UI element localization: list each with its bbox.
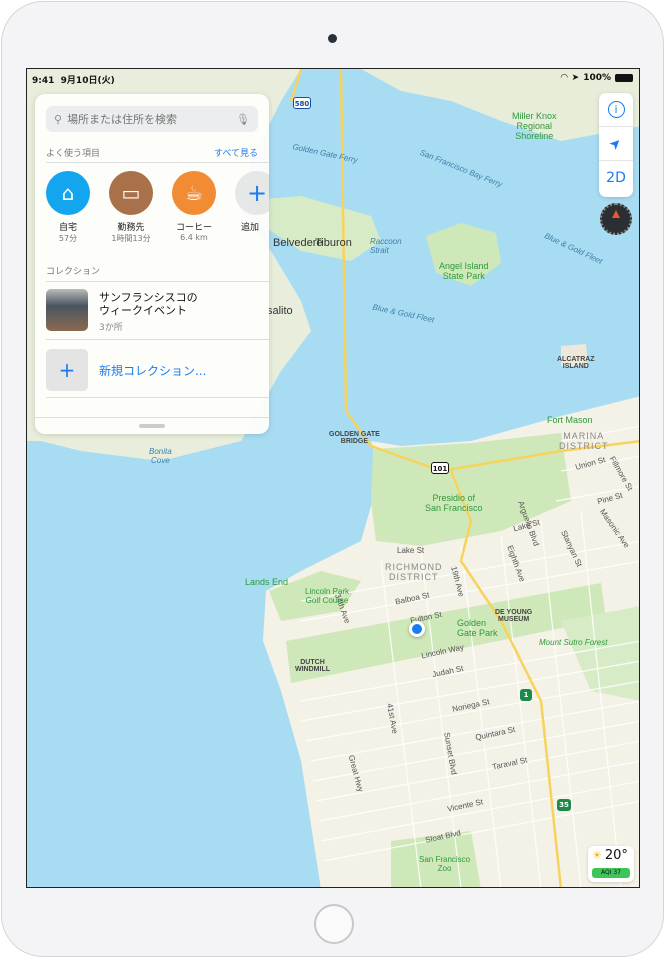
map-label-miller-knox: Miller Knox Regional Shoreline bbox=[512, 111, 557, 141]
collection-count: 3か所 bbox=[99, 323, 123, 333]
map-label-golden-gate-park: Golden Gate Park bbox=[457, 618, 498, 638]
favorite-name: 勤務先 bbox=[117, 223, 145, 233]
track-location-button[interactable]: ➤ bbox=[599, 127, 633, 161]
wifi-icon: ◠ bbox=[560, 73, 568, 83]
favorite-name: 自宅 bbox=[58, 223, 77, 233]
collection-item[interactable]: サンフランシスコの ウィークイベント 3か所 bbox=[46, 284, 269, 339]
battery-icon bbox=[615, 74, 633, 82]
map-label-presidio: Presidio of San Francisco bbox=[425, 493, 483, 513]
collection-title-line1: サンフランシスコの bbox=[99, 291, 198, 304]
home-icon: ⌂ bbox=[46, 171, 90, 215]
map-label-belvedere: Belvedere bbox=[273, 237, 323, 249]
favorite-coffee[interactable]: ☕ コーヒー 6.4 km bbox=[164, 171, 224, 242]
map-label-sausalito: salito bbox=[267, 305, 293, 317]
plus-icon: + bbox=[46, 349, 88, 391]
collections-title: コレクション bbox=[46, 267, 101, 277]
status-bar: 9:41 9月10日(火) ◠ ➤ 100% bbox=[27, 69, 639, 87]
collection-thumbnail bbox=[46, 289, 88, 331]
favorite-detail: 1時間13分 bbox=[111, 234, 151, 243]
view-mode-button[interactable]: 2D bbox=[599, 161, 633, 195]
map-label-marina: MARINA DISTRICT bbox=[559, 431, 609, 451]
sun-icon: ☀ bbox=[592, 849, 602, 862]
current-location-dot bbox=[409, 621, 425, 637]
highway-1-shield: 1 bbox=[520, 689, 532, 701]
temperature: 20° bbox=[604, 848, 628, 863]
favorite-add[interactable]: + 追加 bbox=[227, 171, 269, 233]
favorite-home[interactable]: ⌂ 自宅 57分 bbox=[38, 171, 98, 244]
coffee-cup-icon: ☕ bbox=[172, 171, 216, 215]
collection-title: サンフランシスコの ウィークイベント bbox=[99, 291, 198, 317]
map-label-sf-zoo: San Francisco Zoo bbox=[419, 855, 471, 873]
briefcase-icon: ▭ bbox=[109, 171, 153, 215]
time: 9:41 bbox=[32, 76, 55, 86]
highway-580-shield: 580 bbox=[293, 97, 311, 109]
map-label-richmond: RICHMOND DISTRICT bbox=[385, 562, 443, 582]
divider bbox=[46, 281, 269, 282]
map-label-golden-gate-bridge: GOLDEN GATE BRIDGE bbox=[329, 431, 380, 445]
map-label-angel-island: Angel Island State Park bbox=[439, 261, 489, 281]
screen: Tiburon Belvedere salito Raccoon Strait … bbox=[26, 68, 640, 888]
weather-widget[interactable]: ☀ 20° AQI 37 bbox=[588, 846, 634, 882]
map-controls: i ➤ 2D bbox=[599, 93, 633, 197]
aqi-badge: AQI 37 bbox=[592, 868, 630, 878]
map-label-alcatraz: ALCATRAZ ISLAND bbox=[557, 356, 595, 370]
map-label-de-young: DE YOUNG MUSEUM bbox=[495, 609, 533, 623]
favorites-title: よく使う項目 bbox=[46, 149, 101, 159]
compass-icon[interactable] bbox=[600, 203, 632, 235]
favorite-detail: 57分 bbox=[58, 234, 78, 243]
compass-north-indicator bbox=[612, 210, 620, 218]
search-icon: ⚲ bbox=[54, 112, 63, 126]
see-all-link[interactable]: すべて見る bbox=[214, 146, 258, 159]
map-label-dutch-windmill: DUTCH WINDMILL bbox=[295, 659, 330, 673]
favorite-work[interactable]: ▭ 勤務先 1時間13分 bbox=[101, 171, 161, 244]
map-label-bonita-cove: Bonita Cove bbox=[149, 447, 172, 465]
divider bbox=[46, 339, 269, 340]
new-collection-label: 新規コレクション... bbox=[99, 364, 207, 378]
date: 9月10日(火) bbox=[60, 76, 115, 86]
info-button[interactable]: i bbox=[599, 93, 633, 127]
favorite-detail: 6.4 km bbox=[180, 233, 208, 242]
plus-icon: + bbox=[235, 171, 269, 215]
location-icon: ➤ bbox=[571, 73, 580, 83]
map-label-raccoon-strait: Raccoon Strait bbox=[370, 237, 402, 255]
map-label-fort-mason: Fort Mason bbox=[547, 415, 593, 425]
search-input[interactable] bbox=[67, 112, 232, 126]
favorite-name: コーヒー bbox=[175, 223, 212, 233]
info-icon: i bbox=[607, 101, 625, 118]
divider bbox=[35, 417, 269, 418]
search-panel: ⚲ 🎙 よく使う項目 すべて見る ⌂ 自宅 57分 ▭ 勤務先 1時間13分 ☕… bbox=[35, 94, 269, 434]
location-arrow-icon: ➤ bbox=[606, 133, 626, 154]
map-label-lands-end: Lands End bbox=[245, 577, 289, 587]
favorite-name: 追加 bbox=[241, 223, 260, 233]
panel-grabber[interactable] bbox=[139, 424, 165, 428]
highway-35-shield: 35 bbox=[557, 799, 571, 811]
status-time-date: 9:41 9月10日(火) bbox=[32, 73, 115, 86]
battery-percent: 100% bbox=[583, 73, 611, 83]
divider bbox=[46, 397, 269, 398]
map-label-mount-sutro: Mount Sutro Forest bbox=[539, 638, 608, 647]
divider bbox=[46, 162, 269, 163]
highway-101-shield: 101 bbox=[431, 462, 449, 474]
status-right: ◠ ➤ 100% bbox=[561, 73, 633, 83]
camera bbox=[328, 34, 337, 43]
home-button[interactable] bbox=[314, 904, 354, 944]
collection-title-line2: ウィークイベント bbox=[99, 304, 187, 317]
new-collection-button[interactable]: + 新規コレクション... bbox=[46, 344, 269, 394]
search-bar[interactable]: ⚲ 🎙 bbox=[46, 106, 258, 132]
map-label-lake-st: Lake St bbox=[397, 546, 425, 555]
microphone-icon[interactable]: 🎙 bbox=[236, 113, 250, 126]
